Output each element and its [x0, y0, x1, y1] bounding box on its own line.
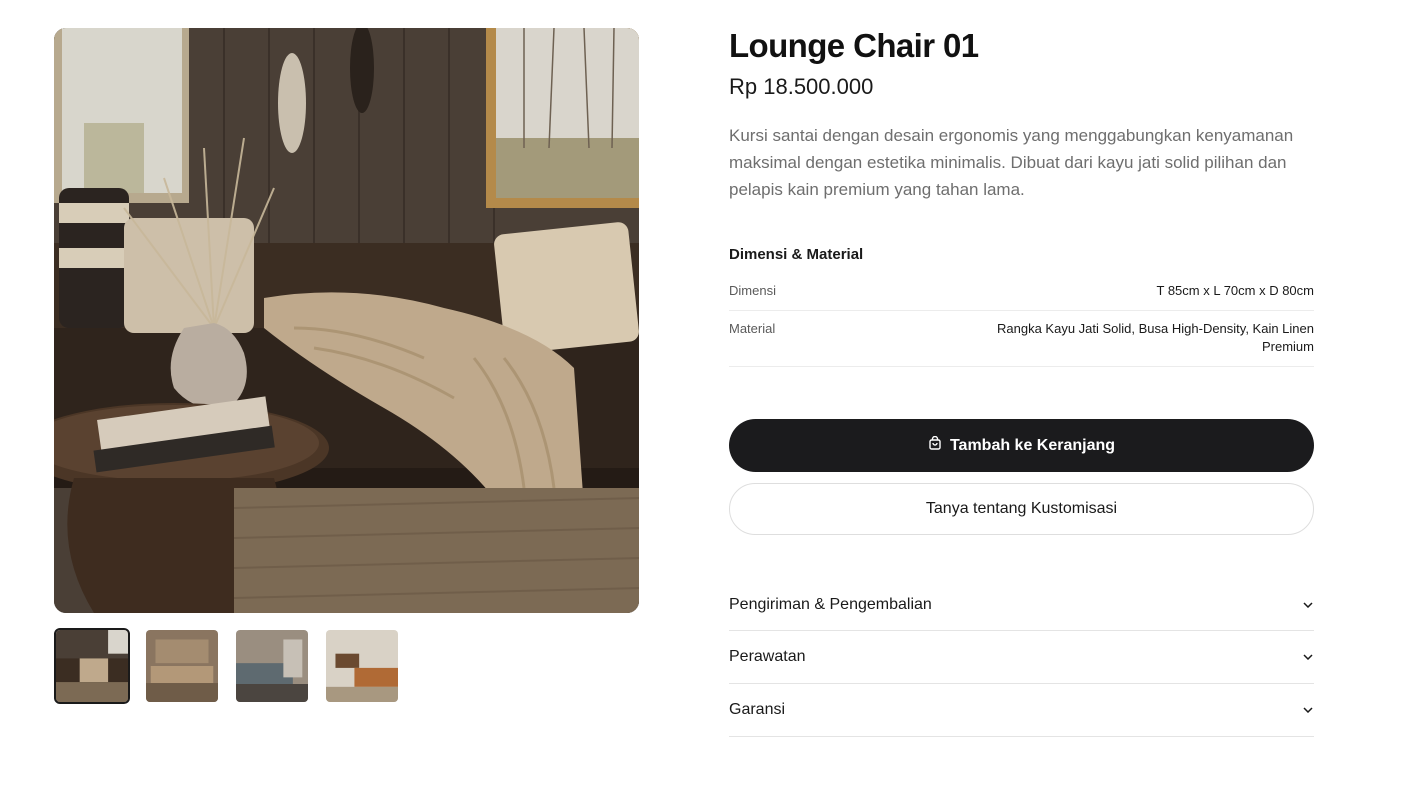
spec-label: Material	[729, 321, 776, 336]
info-accordion: Pengiriman & Pengembalian Perawatan Gara…	[729, 579, 1314, 737]
spec-value: T 85cm x L 70cm x D 80cm	[1156, 283, 1315, 298]
thumbnail-2[interactable]	[144, 628, 220, 704]
thumbnail-3[interactable]	[234, 628, 310, 704]
specs-heading: Dimensi & Material	[729, 246, 864, 263]
add-to-cart-label: Tambah ke Keranjang	[949, 436, 1116, 454]
add-to-cart-button[interactable]: Tambah ke Keranjang	[729, 419, 1314, 472]
customize-label: Tanya tentang Kustomisasi	[925, 500, 1118, 517]
accordion-shipping-returns[interactable]: Pengiriman & Pengembalian	[729, 579, 1314, 631]
thumbnail-1[interactable]	[54, 628, 130, 704]
chevron-down-icon	[1302, 599, 1314, 611]
main-product-image[interactable]	[54, 28, 639, 613]
accordion-label: Garansi	[729, 701, 786, 718]
spec-row-material: Material Rangka Kayu Jati Solid, Busa Hi…	[729, 311, 1314, 367]
chevron-down-icon	[1302, 651, 1314, 663]
spec-value: Rangka Kayu Jati Solid, Busa High-Densit…	[997, 321, 1314, 354]
accordion-care[interactable]: Perawatan	[729, 631, 1314, 684]
accordion-label: Pengiriman & Pengembalian	[729, 595, 932, 613]
customize-inquiry-button[interactable]: Tanya tentang Kustomisasi	[729, 483, 1314, 535]
product-title: Lounge Chair 01	[729, 27, 979, 64]
chevron-down-icon	[1302, 704, 1314, 716]
thumbnail-strip	[54, 628, 400, 704]
accordion-label: Perawatan	[729, 648, 806, 665]
spec-row-dimensions: Dimensi T 85cm x L 70cm x D 80cm	[729, 273, 1314, 311]
product-info: Lounge Chair 01 Rp 18.500.000 Kursi sant…	[729, 26, 1314, 737]
accordion-warranty[interactable]: Garansi	[729, 684, 1314, 737]
product-price: Rp 18.500.000	[729, 74, 874, 99]
shopping-bag-icon	[928, 435, 942, 455]
thumbnail-4[interactable]	[324, 628, 400, 704]
product-description: Kursi santai dengan desain ergonomis yan…	[729, 126, 1294, 199]
spec-label: Dimensi	[729, 283, 776, 298]
specs-table: Dimensi T 85cm x L 70cm x D 80cm Materia…	[729, 273, 1314, 367]
